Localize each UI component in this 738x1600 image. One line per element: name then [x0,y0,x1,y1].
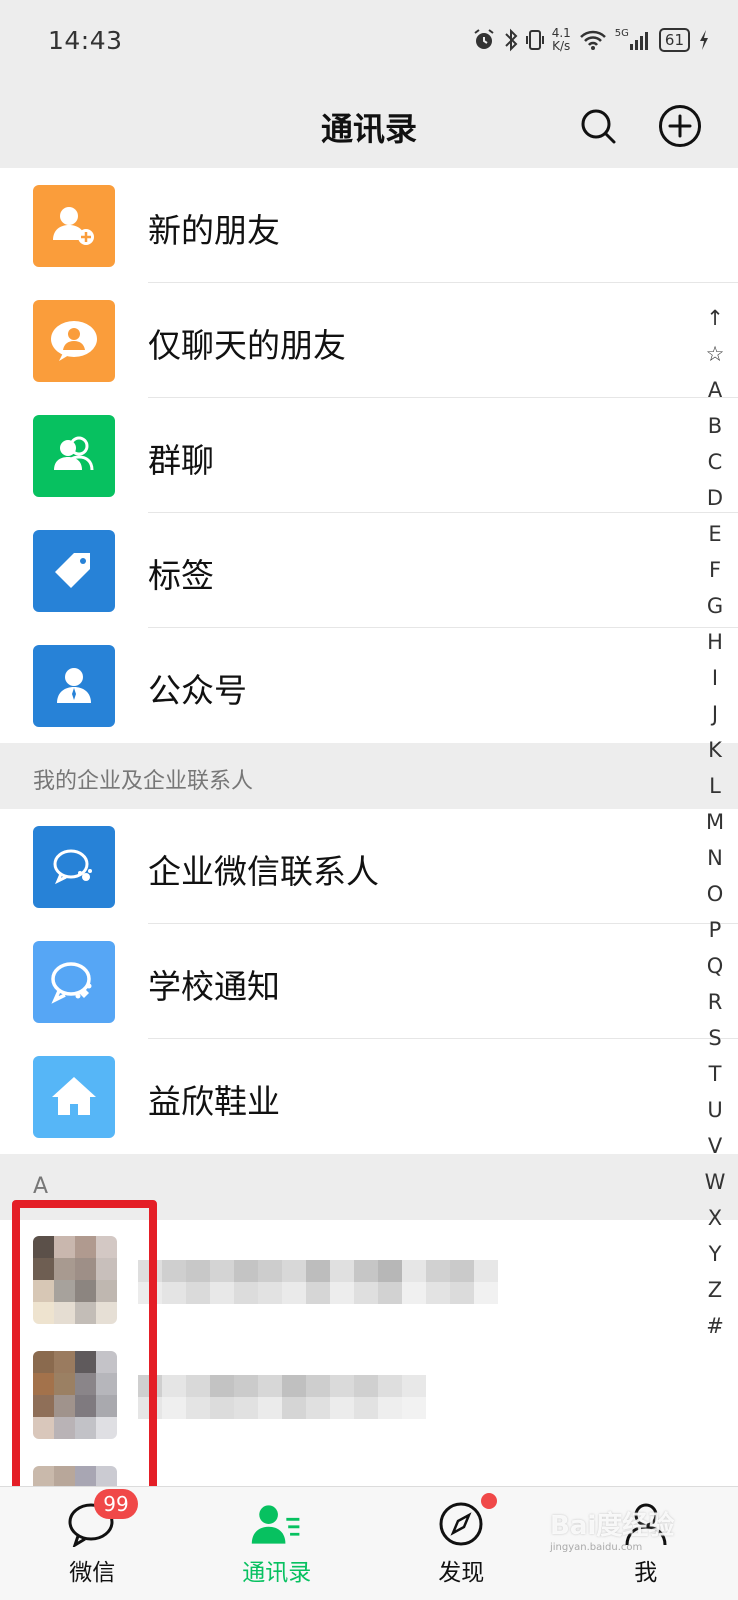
list-item-label: 公众号 [148,671,247,710]
highlight-box [12,1200,157,1508]
compass-icon [433,1493,498,1549]
search-button[interactable] [570,98,626,154]
list-item-new-friends[interactable]: 新的朋友 [0,168,738,283]
index-letter[interactable]: X [708,1200,722,1236]
chat-bubble-icon: 99 [64,1489,138,1549]
index-letter[interactable]: P [709,912,722,948]
index-letter[interactable]: M [706,804,724,840]
index-letter[interactable]: R [708,984,723,1020]
notification-dot [481,1493,498,1509]
tab-label: 我 [634,1560,658,1586]
index-letter[interactable]: V [708,1128,722,1164]
group-chat-icon [33,415,115,497]
index-letter[interactable]: D [707,480,723,516]
unread-badge: 99 [94,1489,138,1519]
list-item-label: 仅聊天的朋友 [148,326,346,365]
index-letter[interactable]: W [705,1164,726,1200]
alarm-icon [472,26,496,54]
index-letter[interactable]: E [708,516,721,552]
index-letter[interactable]: B [708,408,722,444]
contacts-icon [249,1499,305,1549]
index-letter[interactable]: A [708,372,722,408]
index-letter[interactable]: ↑ [706,300,724,336]
index-letter[interactable]: U [707,1092,722,1128]
tab-label: 通讯录 [242,1560,312,1586]
list-item-group-chats[interactable]: 群聊 [0,398,738,513]
network-type: 5G [614,28,629,39]
list-item-label: 益欣鞋业 [148,1082,280,1121]
index-letter[interactable]: F [709,552,721,588]
new-friend-icon [33,185,115,267]
work-wechat-icon [33,826,115,908]
section-header-enterprise: 我的企业及企业联系人 [0,743,738,809]
vibrate-icon [525,26,544,54]
index-letter[interactable]: J [712,696,718,732]
official-account-icon [33,645,115,727]
list-item-label: 标签 [148,556,214,595]
watermark-brand: Bai度经验 [550,1511,675,1541]
index-letter[interactable]: ☆ [706,336,725,372]
wifi-icon [579,26,607,54]
tag-icon [33,530,115,612]
index-letter[interactable]: L [709,768,721,804]
index-letter[interactable]: Z [708,1272,722,1308]
nav-bar: 通讯录 [0,84,738,168]
watermark: Bai度经验 jingyan.baidu.com [550,1505,674,1553]
tab-label: 微信 [69,1560,116,1586]
add-button[interactable] [652,98,708,154]
index-letter[interactable]: C [708,444,723,480]
tab-discover[interactable]: 发现 [369,1487,554,1600]
index-letter[interactable]: H [707,624,723,660]
list-item-chat-only-friends[interactable]: 仅聊天的朋友 [0,283,738,398]
index-letter[interactable]: Q [707,948,724,984]
network-speed-unit: K/s [552,39,571,53]
school-notice-icon [33,941,115,1023]
index-letter[interactable]: S [708,1020,721,1056]
signal-icon: 5G [615,26,651,54]
index-letter[interactable]: # [706,1308,724,1344]
network-speed: 4.1 K/s [552,27,571,53]
home-icon [33,1056,115,1138]
index-letter[interactable]: G [707,588,723,624]
contact-name-blurred [138,1260,498,1304]
tab-chats[interactable]: 99 微信 [0,1487,185,1600]
page-title: 通讯录 [320,110,417,148]
status-icons: 4.1 K/s 5G 61 [472,26,710,54]
alphabet-index-bar[interactable]: ↑ ☆ A B C D E F G H I J K L M N O P Q R … [700,300,730,1344]
status-bar: 14:43 4.1 K/s 5G 61 [0,0,738,84]
index-letter[interactable]: K [708,732,722,768]
section-header-label: 我的企业及企业联系人 [33,769,254,794]
chat-only-friend-icon [33,300,115,382]
index-letter[interactable]: O [707,876,724,912]
index-letter[interactable]: I [712,660,718,696]
list-item-school-notice[interactable]: 学校通知 [0,924,738,1039]
list-item-work-wechat-contacts[interactable]: 企业微信联系人 [0,809,738,924]
add-circle-icon [659,105,701,147]
list-item-official-accounts[interactable]: 公众号 [0,628,738,743]
index-letter[interactable]: T [709,1056,722,1092]
status-time: 14:43 [48,26,123,55]
search-icon [581,109,616,144]
tab-label: 发现 [438,1560,485,1586]
contact-name-blurred [138,1375,426,1419]
list-item-tags[interactable]: 标签 [0,513,738,628]
charging-icon [698,26,710,54]
list-item-yixin-shoes[interactable]: 益欣鞋业 [0,1039,738,1154]
index-letter[interactable]: Y [709,1236,722,1272]
list-item-label: 学校通知 [148,967,280,1006]
tab-contacts[interactable]: 通讯录 [185,1487,370,1600]
list-item-label: 群聊 [148,441,214,480]
battery-indicator: 61 [658,28,690,52]
index-letter[interactable]: N [707,840,723,876]
section-header-label: A [33,1174,49,1199]
list-item-label: 企业微信联系人 [148,852,379,891]
bluetooth-icon [504,26,518,54]
watermark-url: jingyan.baidu.com [550,1542,643,1553]
list-item-label: 新的朋友 [148,211,280,250]
